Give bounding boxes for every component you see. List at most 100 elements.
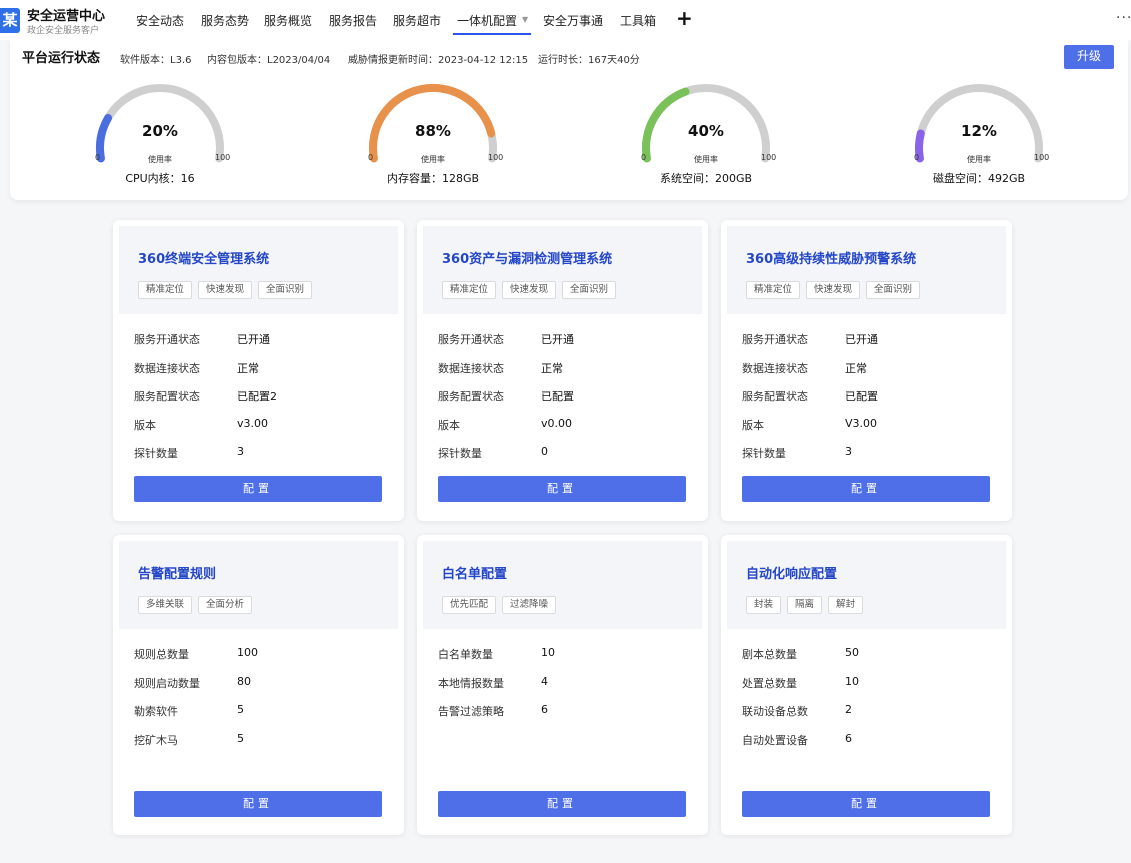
info-value: 2 (845, 703, 852, 716)
configure-button[interactable]: 配置 (134, 791, 382, 817)
nav-toolbox[interactable]: 工具箱 (620, 12, 656, 29)
info-value: 已开通 (541, 333, 574, 346)
info-value: 正常 (237, 361, 259, 375)
card-tag: 快速发现 (502, 281, 557, 299)
card-tags: 精准定位 快速发现 全面识别 (138, 281, 313, 299)
info-value: 50 (845, 646, 859, 659)
brand-subtitle: 政企安全服务客户 (27, 26, 100, 36)
card-tag: 精准定位 (746, 281, 801, 299)
info-label: 处置总数量 (742, 676, 797, 690)
gauge-usage-label: 使用率 (967, 155, 991, 164)
active-nav-indicator (453, 33, 531, 35)
gauge-system-space: 40% 0 100 使用率 系统空间：200GB (626, 80, 786, 192)
info-label: 自动处置设备 (742, 733, 808, 747)
gauge-caption: 内存容量：128GB (386, 172, 480, 185)
nav-appliance-config[interactable]: 一体机配置 (457, 12, 517, 29)
card-tags: 精准定位 快速发现 全面识别 (746, 281, 921, 299)
info-value: V3.00 (845, 416, 878, 430)
card-header: 360高级持续性威胁预警系统 精准定位 快速发现 全面识别 (727, 226, 1006, 314)
info-value: 100 (237, 646, 258, 659)
gauge-usage-label: 使用率 (694, 155, 718, 164)
info-value: 已开通 (845, 333, 878, 346)
uptime: 运行时长：167天40分 (538, 55, 640, 66)
upgrade-button[interactable]: 升级 (1064, 45, 1114, 69)
info-label: 版本 (134, 418, 156, 432)
nav-security-qa[interactable]: 安全万事通 (543, 12, 603, 29)
card-title: 360终端安全管理系统 (138, 252, 270, 267)
info-value: 已配置 (541, 390, 574, 403)
info-label: 联动设备总数 (742, 705, 808, 718)
card-auto-response: 自动化响应配置 封装 隔离 解封 剧本总数量 50 处置总数量 10 联动设备总数 2 自动处置… (721, 535, 1012, 835)
chevron-down-icon[interactable]: ▼ (522, 15, 528, 24)
configure-button[interactable]: 配置 (742, 791, 990, 817)
more-icon[interactable]: ··· (1116, 10, 1131, 26)
info-value: 正常 (845, 361, 867, 375)
nav-service-market[interactable]: 服务超市 (393, 12, 441, 29)
info-label: 探针数量 (438, 447, 482, 460)
info-value: 已开通 (237, 333, 270, 346)
gauge-percent: 20% (142, 122, 178, 140)
card-tag: 精准定位 (442, 281, 497, 299)
card-tag: 过滤降噪 (502, 596, 557, 614)
nav-service-report[interactable]: 服务报告 (329, 12, 377, 29)
nav-service-overview[interactable]: 服务概览 (264, 12, 312, 29)
configure-button[interactable]: 配置 (438, 476, 686, 502)
card-asset-vuln: 360资产与漏洞检测管理系统 精准定位 快速发现 全面识别 服务开通状态 已开通 数据连… (417, 220, 708, 521)
card-endpoint-security: 360终端安全管理系统 精准定位 快速发现 全面识别 服务开通状态 已开通 数据连接状态… (113, 220, 404, 521)
gauge-memory: 88% 0 100 使用率 内存容量：128GB (353, 80, 513, 192)
configure-button[interactable]: 配置 (742, 476, 990, 502)
info-value: v3.00 (237, 416, 269, 430)
card-tags: 多维关联 全面分析 (138, 596, 253, 614)
card-apt-warning: 360高级持续性威胁预警系统 精准定位 快速发现 全面识别 服务开通状态 已开通 数据连… (721, 220, 1012, 521)
nav-security-news[interactable]: 安全动态 (136, 12, 184, 29)
info-value: 5 (237, 731, 244, 745)
intel-update-time: 威胁情报更新时间：2023-04-12 12:15 (348, 55, 529, 66)
card-title: 360高级持续性威胁预警系统 (746, 252, 917, 267)
info-label: 探针数量 (742, 447, 786, 460)
card-tag: 解封 (828, 596, 864, 614)
info-label: 探针数量 (134, 447, 178, 460)
info-value: 6 (541, 703, 548, 716)
info-label: 数据连接状态 (438, 361, 504, 375)
top-navigation: 某 安全运营中心 政企安全服务客户 安全动态 服务态势 服务概览 服务报告 服务… (0, 0, 1131, 40)
card-tag: 全面分析 (198, 596, 253, 614)
info-label: 服务开通状态 (134, 333, 200, 346)
info-value: 0 (541, 445, 548, 458)
card-tag: 精准定位 (138, 281, 193, 299)
card-header: 自动化响应配置 封装 隔离 解封 (727, 541, 1006, 629)
info-value: 6 (845, 731, 852, 745)
gauge-caption: 磁盘空间：492GB (932, 172, 1026, 185)
info-label: 本地情报数量 (438, 676, 504, 690)
card-tag: 优先匹配 (442, 596, 497, 614)
plus-icon[interactable]: + (676, 6, 693, 30)
card-title: 告警配置规则 (138, 567, 217, 582)
info-value: 10 (845, 674, 859, 688)
platform-status-panel: 平台运行状态 软件版本：L3.6 内容包版本：L2023/04/04 威胁情报更… (10, 40, 1128, 200)
info-value: 10 (541, 646, 555, 659)
info-label: 白名单数量 (438, 648, 493, 661)
configure-button[interactable]: 配置 (134, 476, 382, 502)
info-value: v0.00 (541, 416, 573, 430)
card-tag: 快速发现 (806, 281, 861, 299)
gauge-cpu: 20% 0 100 使用率 CPU内核：16 (80, 80, 240, 192)
nav-service-situation[interactable]: 服务态势 (201, 12, 249, 29)
configure-button[interactable]: 配置 (438, 791, 686, 817)
info-label: 服务配置状态 (742, 390, 808, 403)
card-title: 白名单配置 (442, 567, 508, 582)
card-header: 白名单配置 优先匹配 过滤降噪 (423, 541, 702, 629)
gauge-usage-label: 使用率 (421, 155, 445, 164)
logo: 某 (0, 8, 20, 33)
info-value: 正常 (541, 361, 563, 375)
card-whitelist: 白名单配置 优先匹配 过滤降噪 白名单数量 10 本地情报数量 4 告警过滤策略 6 配置 (417, 535, 708, 835)
info-value: 4 (541, 674, 548, 688)
card-tags: 封装 隔离 解封 (746, 596, 864, 614)
card-header: 告警配置规则 多维关联 全面分析 (119, 541, 398, 629)
card-tag: 全面识别 (866, 281, 921, 299)
card-tags: 优先匹配 过滤降噪 (442, 596, 557, 614)
content-version: 内容包版本：L2023/04/04 (207, 55, 331, 66)
info-label: 规则启动数量 (134, 676, 200, 690)
info-label: 勒索软件 (134, 705, 178, 718)
info-label: 服务配置状态 (438, 390, 504, 403)
card-tag: 多维关联 (138, 596, 193, 614)
info-value: 80 (237, 674, 251, 688)
